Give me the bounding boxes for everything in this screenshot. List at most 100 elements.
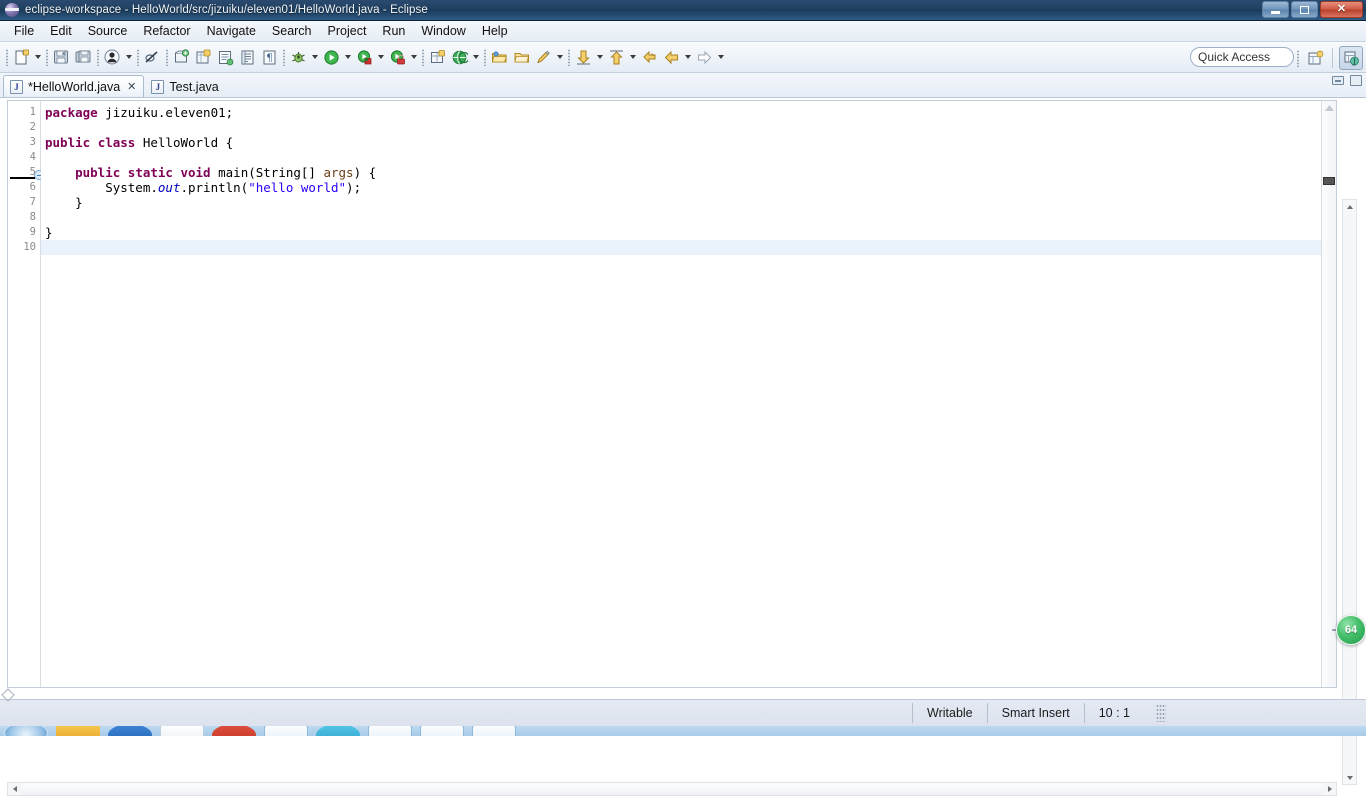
open-folder-2-icon[interactable] [510,46,532,68]
menu-refactor[interactable]: Refactor [135,22,198,40]
scroll-left-icon[interactable] [8,783,21,795]
menu-source[interactable]: Source [80,22,136,40]
quick-access-input[interactable]: Quick Access [1190,47,1294,67]
scroll-up-icon[interactable] [1343,200,1356,213]
window-title: eclipse-workspace - HelloWorld/src/jizui… [25,4,428,16]
debug-dropdown[interactable] [309,46,320,68]
pencil-dropdown[interactable] [554,46,565,68]
editor-vertical-scrollbar[interactable] [1342,199,1357,785]
taskbar-item[interactable] [160,726,204,736]
taskbar-item[interactable] [264,726,308,736]
taskbar-item[interactable] [316,726,360,736]
menu-navigate[interactable]: Navigate [199,22,264,40]
person-dropdown[interactable] [123,46,134,68]
editor-tab-helloworld[interactable]: J *HelloWorld.java ✕ [3,75,145,97]
toolbar-separator [1294,48,1301,68]
taskbar-item[interactable] [108,726,152,736]
person-icon[interactable] [101,46,123,68]
editor-horizontal-scrollbar[interactable] [7,782,1337,796]
last-edit-location-icon[interactable] [638,46,660,68]
cursor-line-marker [10,177,35,179]
search-globe-icon[interactable] [448,46,470,68]
toolbar-separator [3,47,10,67]
java-perspective-icon[interactable]: J [1339,46,1363,70]
run-external-dropdown[interactable] [375,46,386,68]
next-annotation-icon[interactable] [572,46,594,68]
menubar: File Edit Source Refactor Navigate Searc… [0,21,1366,42]
start-button[interactable] [4,726,48,736]
window-restore-button[interactable] [1291,1,1318,18]
scroll-down-icon[interactable] [1343,771,1356,784]
line-number: 4 [29,151,36,163]
svg-text:J: J [1352,58,1356,66]
coverage-icon[interactable] [386,46,408,68]
code-line: public class HelloWorld { [45,135,234,150]
code-line: public static void main(String[] args) { [75,165,377,180]
run-external-tools-icon[interactable] [353,46,375,68]
overview-thumb[interactable] [1323,177,1335,185]
pencil-edit-icon[interactable] [532,46,554,68]
open-perspective-icon[interactable] [1304,47,1326,69]
code-text-area[interactable]: package jizuiku.eleven01; public class H… [41,101,1321,687]
new-package-icon[interactable] [426,46,448,68]
open-folder-icon[interactable] [488,46,510,68]
status-badge[interactable]: 64 [1336,615,1366,645]
new-java-project-icon[interactable] [170,46,192,68]
menu-help[interactable]: Help [474,22,516,40]
editor-tab-test[interactable]: J Test.java [144,75,226,97]
code-line: System.out.println("hello world"); [45,180,362,195]
editor-area: 1 2 3 4 5 6 7 8 9 10 package jizuiku.ele… [0,99,1366,796]
horizontal-scroll-track[interactable] [21,783,1323,795]
scroll-right-icon[interactable] [1323,783,1336,795]
taskbar-item[interactable] [368,726,412,736]
close-icon[interactable]: ✕ [127,80,136,93]
menu-run[interactable]: Run [374,22,413,40]
new-java-package-icon[interactable] [192,46,214,68]
menu-project[interactable]: Project [320,22,375,40]
new-wizard-dropdown[interactable] [32,46,43,68]
run-dropdown[interactable] [342,46,353,68]
taskbar-item[interactable] [56,726,100,736]
open-type-icon[interactable] [236,46,258,68]
statusbar-grip[interactable] [1156,704,1166,722]
code-line: } [45,195,83,210]
line-number-ruler[interactable]: 1 2 3 4 5 6 7 8 9 10 [8,101,44,687]
toggle-mark-occurrences-icon[interactable]: ¶ [258,46,280,68]
run-icon[interactable] [320,46,342,68]
save-all-icon[interactable] [72,46,94,68]
previous-annotation-dropdown[interactable] [627,46,638,68]
status-insert-mode: Smart Insert [986,703,1084,723]
toolbar-separator [419,47,426,67]
taskbar-item[interactable] [472,726,516,736]
overview-ruler[interactable] [1321,101,1336,687]
menu-edit[interactable]: Edit [42,22,80,40]
next-annotation-dropdown[interactable] [594,46,605,68]
window-close-button[interactable]: ✕ [1320,1,1363,18]
save-icon[interactable] [50,46,72,68]
maximize-view-icon[interactable] [1350,75,1362,86]
forward-dropdown[interactable] [715,46,726,68]
window-titlebar: eclipse-workspace - HelloWorld/src/jizui… [0,0,1366,21]
debug-icon[interactable] [287,46,309,68]
back-dropdown[interactable] [682,46,693,68]
coverage-dropdown[interactable] [408,46,419,68]
window-minimize-button[interactable] [1262,1,1289,18]
menu-file[interactable]: File [6,22,42,40]
new-wizard-icon[interactable] [10,46,32,68]
forward-icon[interactable] [693,46,715,68]
minimize-view-icon[interactable] [1332,76,1344,85]
back-icon[interactable] [660,46,682,68]
menu-window[interactable]: Window [413,22,473,40]
skip-breakpoints-icon[interactable] [141,46,163,68]
previous-annotation-icon[interactable] [605,46,627,68]
new-java-class-icon[interactable] [214,46,236,68]
menu-search[interactable]: Search [264,22,320,40]
search-dropdown[interactable] [470,46,481,68]
taskbar-item[interactable] [212,726,256,736]
editor-frame: 1 2 3 4 5 6 7 8 9 10 package jizuiku.ele… [7,100,1337,688]
taskbar-item[interactable] [420,726,464,736]
minimize-icon [1271,10,1280,14]
